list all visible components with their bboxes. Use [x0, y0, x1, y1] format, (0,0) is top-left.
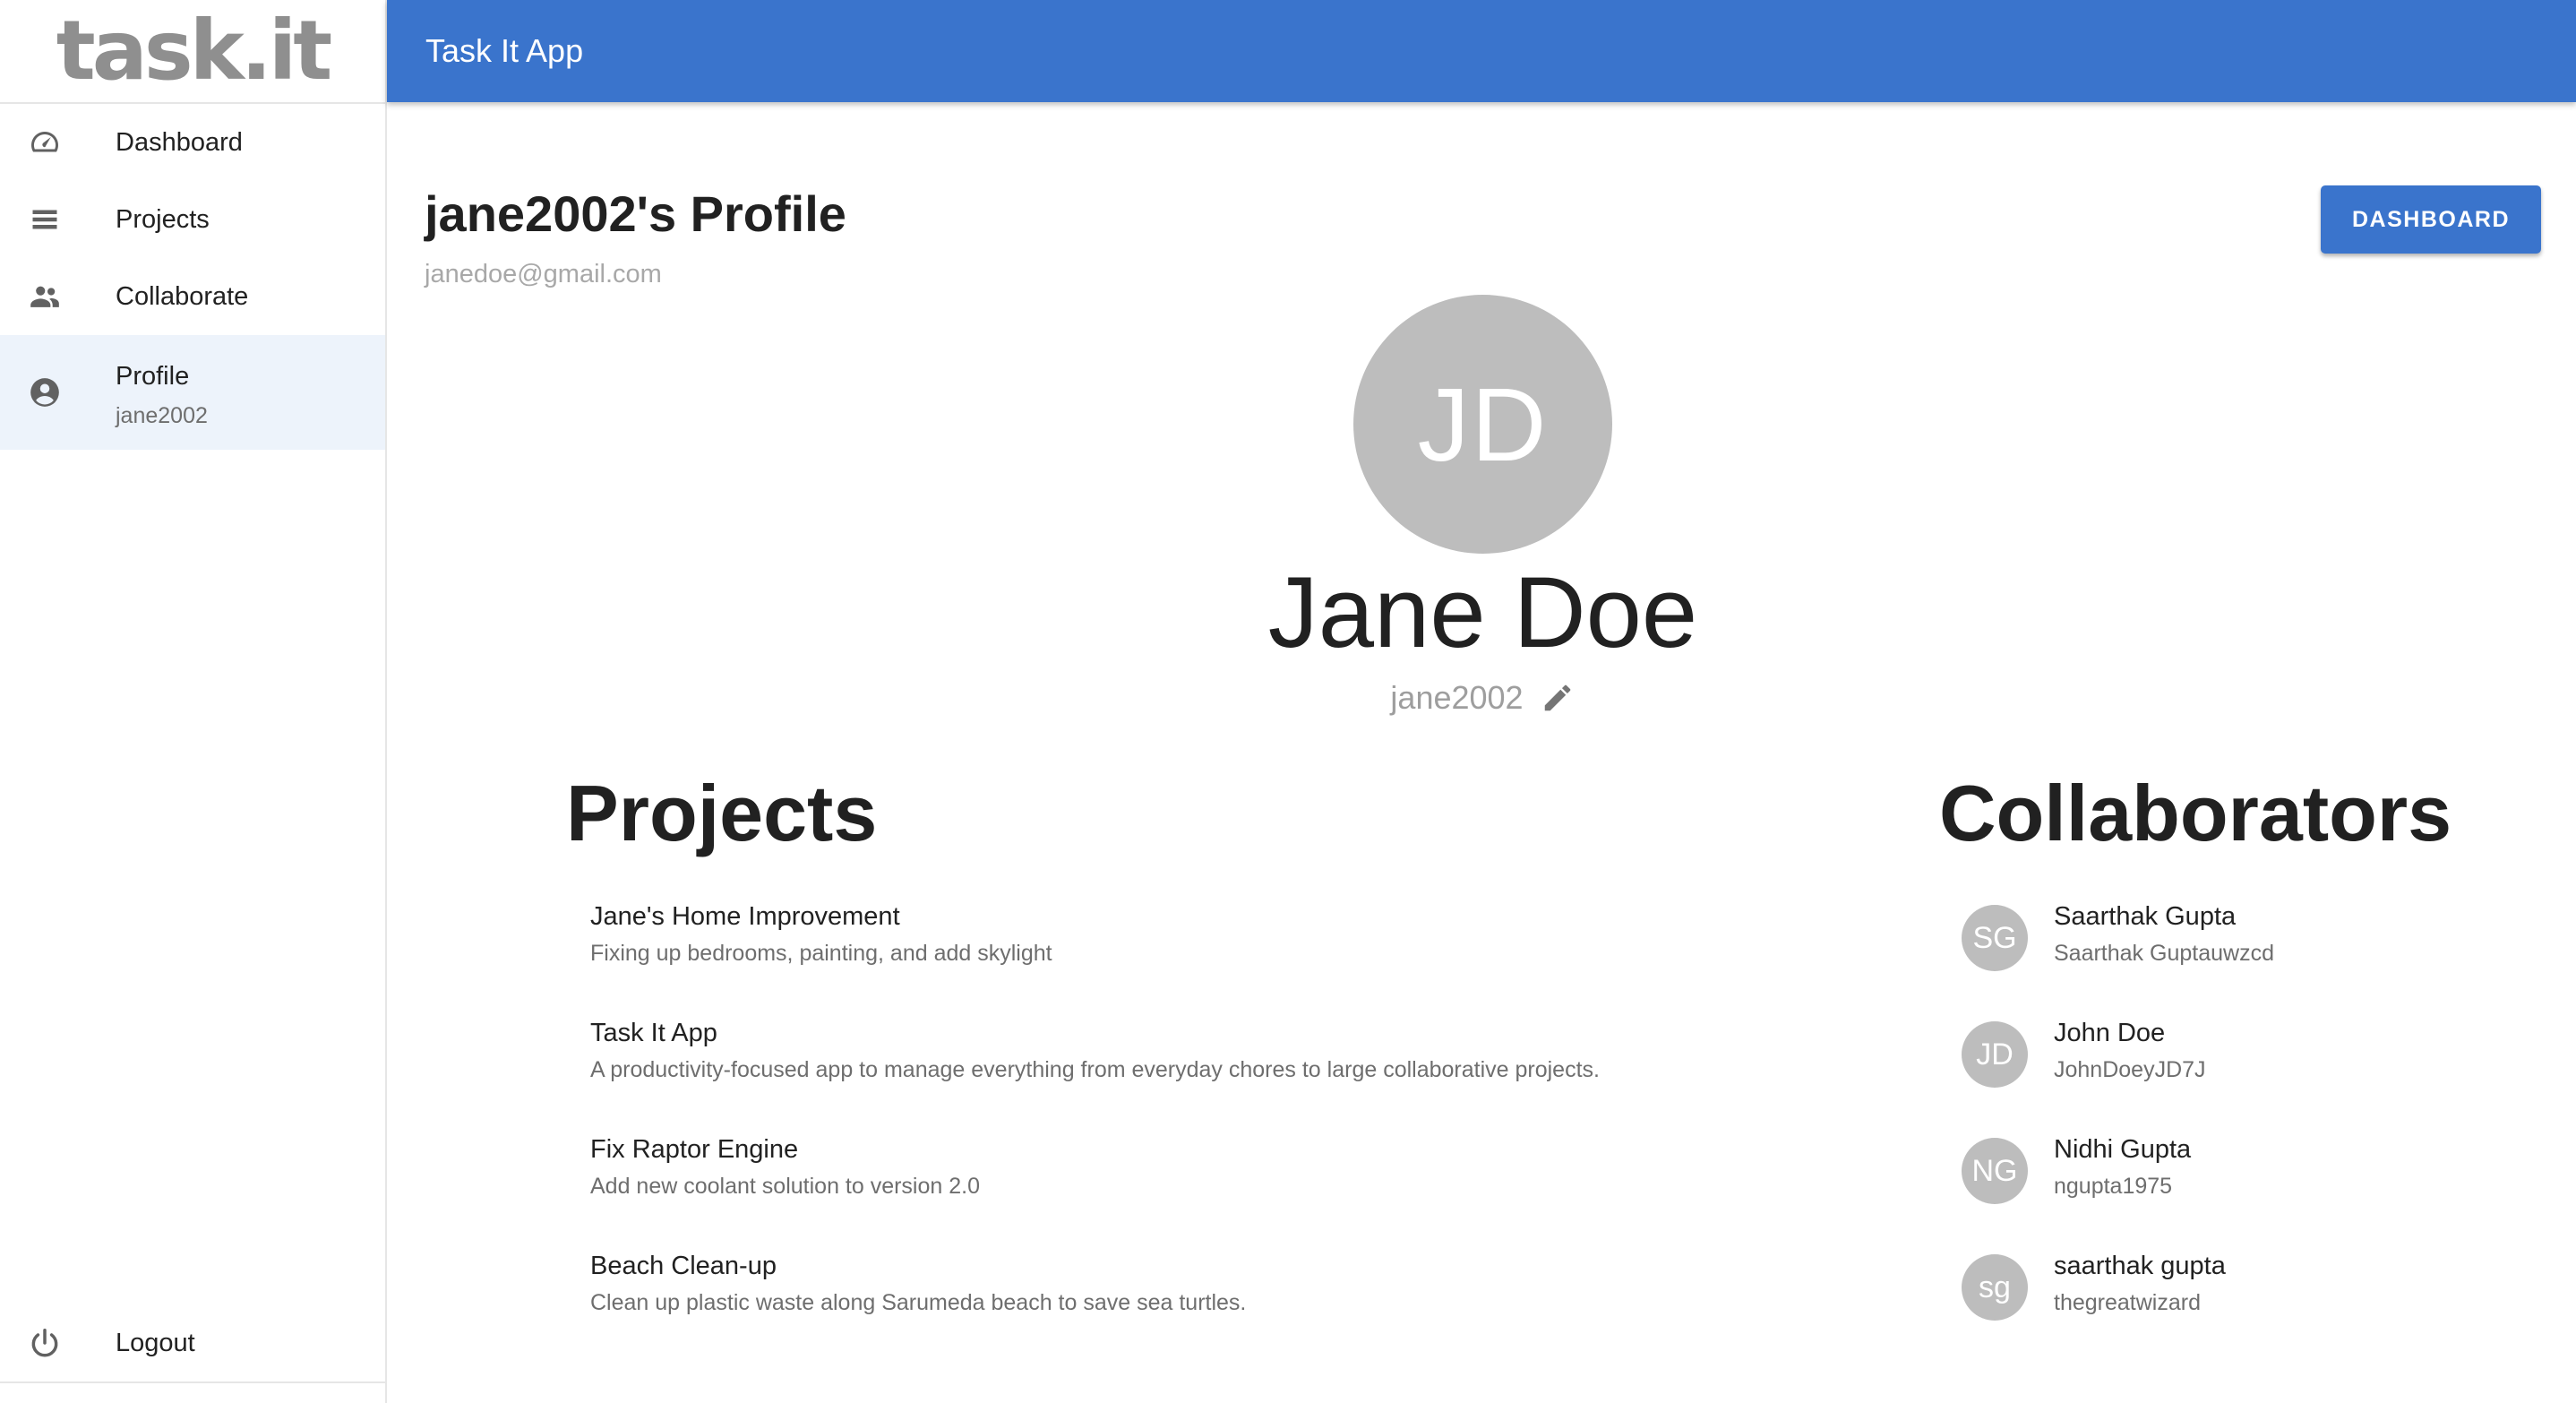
projects-list: Jane's Home Improvement Fixing up bedroo… — [590, 902, 1934, 1368]
avatar: SG — [1962, 905, 2028, 971]
sidebar-item-collaborate[interactable]: Collaborate — [0, 258, 385, 335]
profile-username: jane2002 — [1390, 679, 1524, 716]
app-bar: Task It App — [387, 0, 2576, 102]
profile-full-name: Jane Doe — [1267, 556, 1698, 668]
collaborator-username: Saarthak Guptauwzcd — [2054, 941, 2274, 966]
profile-email: janedoe@gmail.com — [425, 260, 662, 288]
project-item[interactable]: Fix Raptor Engine Add new coolant soluti… — [590, 1135, 1934, 1252]
dashboard-button[interactable]: DASHBOARD — [2321, 185, 2541, 254]
list-icon — [27, 202, 63, 237]
power-icon — [27, 1325, 63, 1361]
collaborators-list: SG Saarthak Gupta Saarthak Guptauwzcd JD… — [1962, 902, 2535, 1368]
collaborator-item[interactable]: SG Saarthak Gupta Saarthak Guptauwzcd — [1962, 902, 2535, 1019]
sidebar-item-label: Projects — [116, 204, 210, 234]
collaborator-item[interactable]: JD John Doe JohnDoeyJD7J — [1962, 1019, 2535, 1135]
project-item[interactable]: Task It App A productivity-focused app t… — [590, 1019, 1934, 1135]
sidebar-nav: Dashboard Projects Collaborate Profile j… — [0, 104, 385, 450]
sidebar-item-label: Collaborate — [116, 281, 249, 311]
sidebar-item-sublabel: jane2002 — [116, 403, 208, 428]
project-item[interactable]: Beach Clean-up Clean up plastic waste al… — [590, 1252, 1934, 1368]
collaborator-username: JohnDoeyJD7J — [2054, 1057, 2206, 1082]
project-name: Jane's Home Improvement — [590, 902, 900, 931]
collaborator-name: John Doe — [2054, 1019, 2166, 1047]
project-name: Fix Raptor Engine — [590, 1135, 799, 1164]
project-description: Add new coolant solution to version 2.0 — [590, 1174, 980, 1199]
sidebar-item-label: Dashboard — [116, 127, 243, 157]
project-item[interactable]: Jane's Home Improvement Fixing up bedroo… — [590, 902, 1934, 1019]
project-description: Fixing up bedrooms, painting, and add sk… — [590, 941, 1052, 966]
collaborator-name: Nidhi Gupta — [2054, 1135, 2192, 1164]
avatar: NG — [1962, 1138, 2028, 1204]
sidebar-item-dashboard[interactable]: Dashboard — [0, 104, 385, 181]
page-title: jane2002's Profile — [425, 185, 846, 242]
pencil-icon[interactable] — [1540, 680, 1576, 716]
app-root: task.it Dashboard Projects Collaborate P… — [0, 0, 2576, 1403]
divider — [0, 1381, 385, 1383]
project-description: Clean up plastic waste along Sarumeda be… — [590, 1290, 1247, 1315]
collaborator-item[interactable]: sg saarthak gupta thegreatwizard — [1962, 1252, 2535, 1368]
account-circle-icon — [27, 374, 63, 410]
collaborators-heading: Collaborators — [1939, 769, 2452, 857]
sidebar-item-profile[interactable]: Profile jane2002 — [0, 335, 385, 450]
projects-heading: Projects — [566, 769, 878, 857]
username-row: jane2002 — [1164, 679, 1801, 717]
collaborator-text: saarthak gupta thegreatwizard — [2054, 1252, 2226, 1316]
collaborator-item[interactable]: NG Nidhi Gupta ngupta1975 — [1962, 1135, 2535, 1252]
collaborator-name: Saarthak Gupta — [2054, 902, 2237, 931]
collaborator-username: ngupta1975 — [2054, 1174, 2173, 1199]
brand[interactable]: task.it — [0, 0, 385, 104]
brand-logo: task.it — [56, 3, 332, 99]
collaborator-text: Nidhi Gupta ngupta1975 — [2054, 1135, 2191, 1200]
collaborator-text: John Doe JohnDoeyJD7J — [2054, 1019, 2206, 1083]
speedometer-icon — [27, 125, 63, 160]
sidebar-item-projects[interactable]: Projects — [0, 181, 385, 258]
sidebar: task.it Dashboard Projects Collaborate P… — [0, 0, 387, 1403]
avatar: JD — [1353, 295, 1612, 554]
collaborator-name: saarthak gupta — [2054, 1252, 2226, 1280]
collaborator-text: Saarthak Gupta Saarthak Guptauwzcd — [2054, 902, 2274, 967]
logout-label: Logout — [116, 1328, 195, 1357]
collaborator-username: thegreatwizard — [2054, 1290, 2201, 1315]
sidebar-item-label: Profile — [116, 362, 190, 391]
people-icon — [27, 279, 63, 314]
logout-button[interactable]: Logout — [0, 1304, 385, 1381]
avatar: sg — [1962, 1254, 2028, 1321]
project-name: Task It App — [590, 1019, 717, 1047]
project-description: A productivity-focused app to manage eve… — [590, 1057, 1600, 1082]
project-name: Beach Clean-up — [590, 1252, 777, 1280]
avatar: JD — [1962, 1021, 2028, 1088]
app-title: Task It App — [425, 32, 584, 69]
